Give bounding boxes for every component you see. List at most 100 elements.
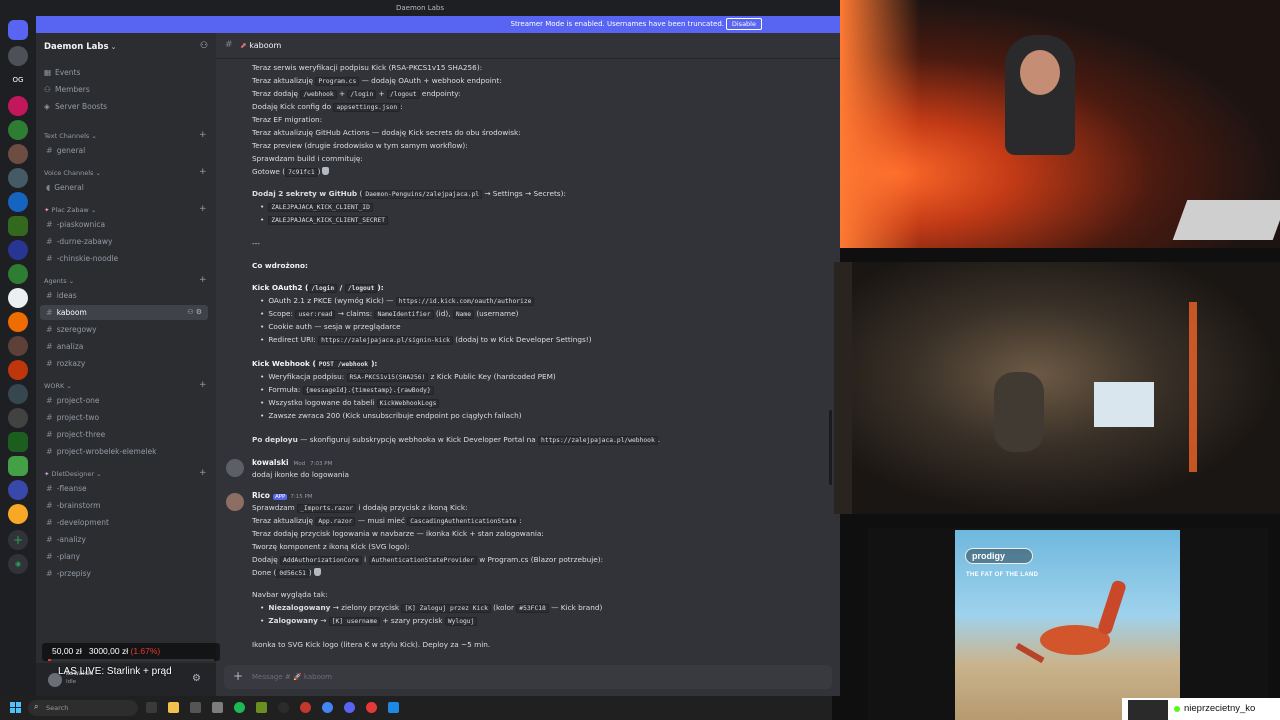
server-icon[interactable] [8, 504, 28, 524]
server-icon[interactable] [8, 336, 28, 356]
channel-brainstorm[interactable]: # -brainstorm [40, 498, 208, 513]
category-text-channels[interactable]: Text Channels ⌄ + [44, 130, 207, 140]
server-icon[interactable] [8, 264, 28, 284]
add-channel-icon[interactable]: + [199, 204, 207, 214]
app-icon[interactable] [256, 702, 267, 713]
channel-development[interactable]: # -development [40, 515, 208, 530]
server-icon[interactable] [8, 144, 28, 164]
server-icon[interactable] [8, 240, 28, 260]
server-icon[interactable] [8, 432, 28, 452]
inline-code: {messageId}.{timestamp}.{rawBody} [302, 386, 434, 395]
file-explorer-icon[interactable] [168, 702, 179, 713]
category-plac-zabaw[interactable]: ✦ Plac Zabaw ⌄ + [44, 204, 207, 214]
chrome-icon[interactable] [322, 702, 333, 713]
discord-home-icon[interactable] [8, 20, 28, 40]
channel-rozkazy[interactable]: # rozkazy [40, 356, 208, 371]
channel-plany[interactable]: # -plany [40, 549, 208, 564]
add-channel-icon[interactable]: + [199, 167, 207, 177]
spotify-icon[interactable] [234, 702, 245, 713]
add-channel-icon[interactable]: + [199, 275, 207, 285]
inline-code: ZALEJPAJACA_KICK_CLIENT_SECRET [268, 216, 389, 225]
channel-general-text[interactable]: # general [40, 143, 208, 158]
thumbs-up-icon [313, 568, 321, 576]
divider-text: --- [252, 239, 260, 248]
channel-project-wrobelek-elemelek[interactable]: # project-wrobelek-elemelek [40, 444, 208, 459]
add-channel-icon[interactable]: + [199, 380, 207, 390]
bullet-icon: • [260, 385, 265, 394]
text: → Settings → Secrets): [482, 189, 566, 198]
hash-icon: # [46, 396, 53, 405]
disable-button[interactable]: Disable [725, 18, 762, 30]
avatar[interactable] [226, 493, 244, 511]
app-icon[interactable] [212, 702, 223, 713]
add-channel-icon[interactable]: + [199, 468, 207, 478]
server-icon-og[interactable]: OG [8, 70, 28, 90]
server-icon[interactable] [8, 384, 28, 404]
taskbar-search[interactable]: ⌕ Search [28, 700, 138, 716]
gear-icon[interactable]: ⚙ [192, 673, 201, 684]
channel-settings-icon[interactable]: ⚇ ⚙ [187, 305, 202, 320]
message-author[interactable]: kowalski Mod 7:03 PM [252, 458, 332, 467]
channel-szeregowy[interactable]: # szeregowy [40, 322, 208, 337]
server-icon[interactable] [8, 408, 28, 428]
channel-przepisy[interactable]: # -przepisy [40, 566, 208, 581]
channel-fleanse[interactable]: # -fleanse [40, 481, 208, 496]
channel-analizy[interactable]: # -analizy [40, 532, 208, 547]
server-icon[interactable] [8, 120, 28, 140]
inline-code: https://id.kick.com/oauth/authorize [395, 297, 535, 306]
nav-server-boosts[interactable]: ◈ Server Boosts [44, 102, 107, 116]
donation-progress-bar [48, 659, 214, 661]
server-name-button[interactable]: Daemon Labs ⌄ [44, 42, 116, 52]
server-icon[interactable] [8, 480, 28, 500]
explore-icon[interactable]: ◉ [8, 554, 28, 574]
obs-icon[interactable] [278, 702, 289, 713]
server-icon[interactable] [8, 168, 28, 188]
server-icon[interactable] [8, 288, 28, 308]
channel-ideas[interactable]: # ideas [40, 288, 208, 303]
add-server-icon[interactable]: + [8, 530, 28, 550]
channel-general-voice[interactable]: ◖ General [40, 180, 208, 195]
category-dletdesigner[interactable]: ✦ DletDesigner ⌄ + [44, 468, 207, 478]
nav-members-label: Members [55, 85, 90, 94]
channel-durne-zabawy[interactable]: # -durne-zabawy [40, 234, 208, 249]
app-icon[interactable] [300, 702, 311, 713]
avatar[interactable] [226, 459, 244, 477]
channel-label: -development [56, 518, 109, 527]
channel-label: project-two [56, 413, 100, 422]
channel-piaskownica[interactable]: # -piaskownica [40, 217, 208, 232]
text: (username) [474, 309, 519, 318]
message-line: dodaj ikonke do logowania [252, 470, 349, 479]
server-icon[interactable] [8, 456, 28, 476]
server-icon[interactable] [8, 96, 28, 116]
chat-scrollbar[interactable] [829, 410, 832, 485]
message-author[interactable]: Rico APP 7:15 PM [252, 491, 313, 500]
nav-events[interactable]: ▦ Events [44, 68, 80, 82]
invite-icon[interactable]: ⚇ [200, 41, 210, 51]
channel-project-two[interactable]: # project-two [40, 410, 208, 425]
channel-project-one[interactable]: # project-one [40, 393, 208, 408]
channel-analiza[interactable]: # analiza [40, 339, 208, 354]
taskview-icon[interactable] [146, 702, 157, 713]
server-icon[interactable] [8, 312, 28, 332]
category-agents[interactable]: Agents ⌄ + [44, 275, 207, 285]
category-voice-channels[interactable]: Voice Channels ⌄ + [44, 167, 207, 177]
windows-start-icon[interactable] [10, 702, 22, 714]
streamer-mode-text: Streamer Mode is enabled. Usernames have… [510, 20, 725, 28]
discord-icon[interactable] [344, 702, 355, 713]
category-work[interactable]: WORK ⌄ + [44, 380, 207, 390]
server-icon[interactable] [8, 192, 28, 212]
app-icon[interactable] [366, 702, 377, 713]
server-icon[interactable] [8, 46, 28, 66]
server-icon[interactable] [8, 360, 28, 380]
server-icon[interactable] [8, 216, 28, 236]
channel-project-three[interactable]: # project-three [40, 427, 208, 442]
add-channel-icon[interactable]: + [199, 130, 207, 140]
channel-chinskie-noodle[interactable]: # -chinskie-noodle [40, 251, 208, 266]
app-icon[interactable] [190, 702, 201, 713]
message-composer[interactable]: + Message # 🚀 kaboom [224, 665, 832, 689]
vscode-icon[interactable] [388, 702, 399, 713]
text: : [400, 102, 403, 111]
nav-members[interactable]: ⚇ Members [44, 85, 90, 99]
attach-plus-icon[interactable]: + [233, 669, 243, 683]
channel-kaboom[interactable]: # kaboom ⚇ ⚙ [40, 305, 208, 320]
